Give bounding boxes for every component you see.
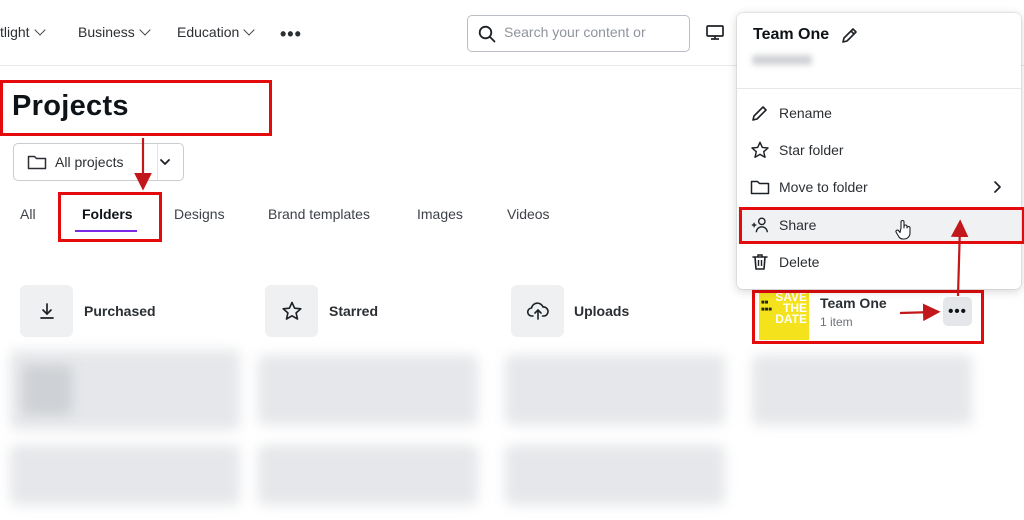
star-icon bbox=[751, 141, 769, 158]
chevron-down-icon bbox=[139, 24, 151, 36]
nav-education-label: Education bbox=[177, 24, 240, 40]
menu-item-label: Rename bbox=[779, 105, 832, 121]
chevron-right-icon bbox=[994, 181, 1001, 193]
starred-label[interactable]: Starred bbox=[329, 303, 378, 319]
blurred-folder-card bbox=[505, 355, 725, 425]
team-folder-highlight-box bbox=[752, 290, 984, 344]
menu-title: Team One bbox=[753, 26, 830, 43]
pencil-edit-icon[interactable] bbox=[840, 25, 860, 45]
menu-item-label: Delete bbox=[779, 254, 820, 270]
menu-item-rename[interactable]: Rename bbox=[738, 95, 1021, 132]
menu-item-move-to-folder[interactable]: Move to folder bbox=[738, 169, 1021, 206]
nav-education[interactable]: Education bbox=[177, 24, 255, 40]
menu-item-label: Move to folder bbox=[779, 179, 868, 195]
chevron-down-icon bbox=[160, 159, 170, 165]
uploads-folder[interactable] bbox=[511, 285, 564, 337]
search-box[interactable] bbox=[467, 15, 690, 52]
menu-item-delete[interactable]: Delete bbox=[738, 244, 1021, 281]
nav-business[interactable]: Business bbox=[78, 24, 151, 40]
tab-brand-templates[interactable]: Brand templates bbox=[268, 206, 370, 222]
nav-spotlight[interactable]: tlight bbox=[0, 24, 46, 40]
tab-all[interactable]: All bbox=[20, 206, 36, 222]
search-icon bbox=[478, 25, 496, 43]
chevron-down-icon bbox=[33, 24, 46, 36]
menu-divider bbox=[737, 88, 1021, 89]
more-horizontal-icon[interactable]: ••• bbox=[280, 24, 302, 45]
dropdown-label: All projects bbox=[55, 154, 124, 170]
blurred-folder-card bbox=[258, 355, 478, 425]
cloud-upload-icon bbox=[526, 302, 549, 320]
blurred-folder-card bbox=[752, 355, 972, 425]
folder-icon bbox=[27, 155, 47, 170]
folder-icon bbox=[750, 180, 770, 195]
all-projects-dropdown[interactable]: All projects bbox=[13, 143, 184, 181]
tab-images[interactable]: Images bbox=[417, 206, 463, 222]
search-input[interactable] bbox=[504, 24, 684, 40]
folders-highlight-box bbox=[58, 192, 162, 242]
download-icon bbox=[39, 303, 54, 319]
pencil-icon bbox=[752, 106, 767, 121]
monitor-icon[interactable] bbox=[705, 24, 725, 42]
star-icon bbox=[281, 301, 302, 320]
menu-item-label: Star folder bbox=[779, 142, 844, 158]
purchased-folder[interactable] bbox=[20, 285, 73, 337]
blurred-thumbnail bbox=[22, 365, 72, 415]
blurred-folder-card bbox=[505, 445, 725, 505]
purchased-label[interactable]: Purchased bbox=[84, 303, 156, 319]
starred-folder[interactable] bbox=[265, 285, 318, 337]
tab-designs[interactable]: Designs bbox=[174, 206, 225, 222]
uploads-label[interactable]: Uploads bbox=[574, 303, 629, 319]
menu-subtitle-blurred bbox=[752, 55, 812, 65]
share-highlight-box bbox=[739, 207, 1024, 244]
chevron-down-icon bbox=[243, 24, 255, 36]
tab-videos[interactable]: Videos bbox=[507, 206, 550, 222]
blurred-folder-card bbox=[10, 445, 240, 505]
nav-spotlight-label: tlight bbox=[0, 24, 30, 40]
menu-item-star-folder[interactable]: Star folder bbox=[738, 132, 1021, 169]
nav-business-label: Business bbox=[78, 24, 135, 40]
trash-icon bbox=[752, 254, 768, 270]
blurred-folder-card bbox=[258, 445, 478, 505]
title-highlight-box bbox=[0, 80, 272, 136]
